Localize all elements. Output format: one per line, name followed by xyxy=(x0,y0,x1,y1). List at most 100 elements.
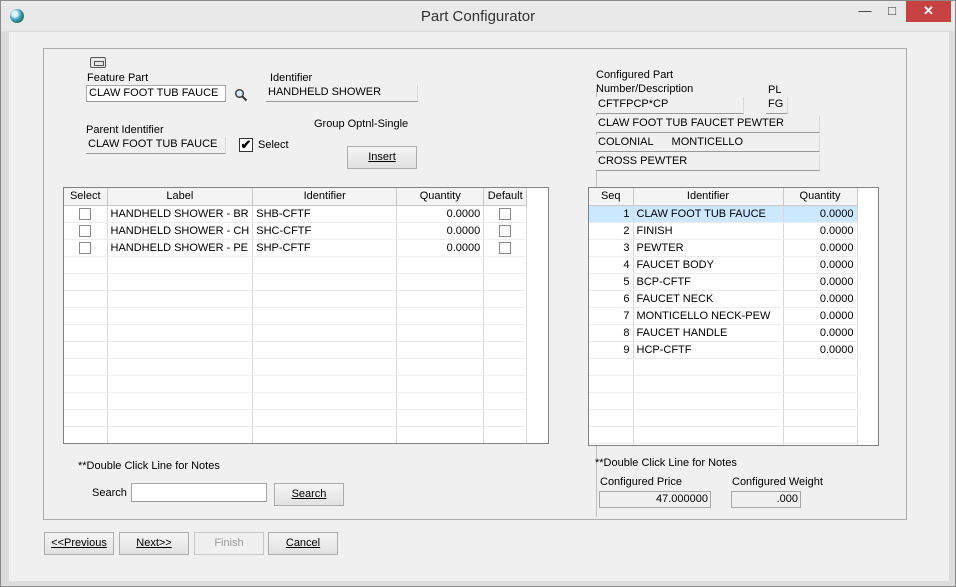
client-area: Feature Part CLAW FOOT TUB FAUCE Identif… xyxy=(9,32,949,581)
row-identifier: FAUCET HANDLE xyxy=(633,324,784,342)
table-row[interactable]: 8 FAUCET HANDLE 0.0000 xyxy=(589,324,858,342)
table-row[interactable]: 9 HCP-CFTF 0.0000 xyxy=(589,341,858,359)
feature-part-label: Feature Part xyxy=(87,72,149,84)
row-seq: 6 xyxy=(589,290,634,308)
insert-button[interactable]: Insert xyxy=(347,146,417,169)
window-title: Part Configurator xyxy=(420,8,536,25)
components-grid-header: Seq Identifier Quantity xyxy=(589,188,858,206)
row-identifier: FINISH xyxy=(633,222,784,240)
close-icon[interactable]: ✕ xyxy=(906,1,951,22)
configured-part-label: Configured Part xyxy=(596,69,674,81)
configured-price-field: 47.000000 xyxy=(599,491,711,508)
empty-row xyxy=(589,375,858,393)
row-identifier: PEWTER xyxy=(633,239,784,257)
empty-row xyxy=(64,324,528,342)
configured-components-grid[interactable]: Seq Identifier Quantity 1 CLAW FOOT TUB … xyxy=(588,187,879,446)
empty-row xyxy=(64,307,528,325)
maximize-icon[interactable]: □ xyxy=(879,1,905,22)
notes-hint-right: **Double Click Line for Notes xyxy=(595,457,737,469)
search-button-label: Search xyxy=(291,488,327,500)
row-seq: 3 xyxy=(589,239,634,257)
description-line-3: CROSS PEWTER xyxy=(596,154,820,171)
cancel-button-label: Cancel xyxy=(285,537,321,549)
feature-part-field[interactable]: CLAW FOOT TUB FAUCE xyxy=(86,85,226,102)
table-row[interactable]: 6 FAUCET NECK 0.0000 xyxy=(589,290,858,308)
row-quantity: 0.0000 xyxy=(783,256,858,274)
column-header-quantity[interactable]: Quantity xyxy=(396,188,485,206)
table-row[interactable]: 7 MONTICELLO NECK-PEW 0.0000 xyxy=(589,307,858,325)
next-button[interactable]: Next>> xyxy=(119,532,189,555)
select-checkbox[interactable]: ✔ xyxy=(239,138,253,152)
row-default-checkbox[interactable] xyxy=(499,241,512,254)
row-label: HANDHELD SHOWER - PE xyxy=(107,239,254,257)
identifier-label: Identifier xyxy=(270,72,313,84)
part-configurator-window: Part Configurator ― □ ✕ Feature Part CLA… xyxy=(0,0,956,587)
column-header-quantity[interactable]: Quantity xyxy=(783,188,858,206)
parent-identifier-label: Parent Identifier xyxy=(86,124,164,136)
row-quantity[interactable]: 0.0000 xyxy=(396,222,485,240)
cancel-button[interactable]: Cancel xyxy=(268,532,338,555)
minimize-icon[interactable]: ― xyxy=(851,1,879,22)
row-select-checkbox[interactable] xyxy=(79,224,92,237)
row-quantity: 0.0000 xyxy=(783,222,858,240)
description-line-1: CLAW FOOT TUB FAUCET PEWTER xyxy=(596,116,820,133)
row-default-checkbox[interactable] xyxy=(499,224,512,237)
table-row[interactable]: 4 FAUCET BODY 0.0000 xyxy=(589,256,858,274)
row-seq: 4 xyxy=(589,256,634,274)
previous-button-label: <<Previous xyxy=(51,537,107,549)
empty-row xyxy=(64,290,528,308)
empty-row xyxy=(64,375,528,393)
insert-button-label: Insert xyxy=(368,151,396,163)
column-header-identifier[interactable]: Identifier xyxy=(252,188,398,206)
column-header-select[interactable]: Select xyxy=(64,188,108,206)
previous-button[interactable]: <<Previous xyxy=(44,532,114,555)
search-icon[interactable] xyxy=(234,88,248,102)
row-identifier: HCP-CFTF xyxy=(633,341,784,359)
finish-button[interactable]: Finish xyxy=(194,532,264,555)
configurator-panel: Feature Part CLAW FOOT TUB FAUCE Identif… xyxy=(43,48,907,520)
options-grid-header: Select Label Identifier Quantity Default xyxy=(64,188,528,206)
options-grid[interactable]: Select Label Identifier Quantity Default… xyxy=(63,187,549,444)
row-seq: 5 xyxy=(589,273,634,291)
table-row[interactable]: 3 PEWTER 0.0000 xyxy=(589,239,858,257)
finish-button-label: Finish xyxy=(214,537,244,549)
empty-row xyxy=(589,443,858,445)
empty-row xyxy=(64,358,528,376)
row-identifier: CLAW FOOT TUB FAUCE xyxy=(633,205,784,223)
next-button-label: Next>> xyxy=(136,537,172,549)
notes-icon[interactable] xyxy=(90,57,106,68)
table-row[interactable]: 2 FINISH 0.0000 xyxy=(589,222,858,240)
row-quantity[interactable]: 0.0000 xyxy=(396,205,485,223)
row-quantity: 0.0000 xyxy=(783,307,858,325)
row-identifier: FAUCET NECK xyxy=(633,290,784,308)
column-header-identifier[interactable]: Identifier xyxy=(633,188,784,206)
row-identifier: BCP-CFTF xyxy=(633,273,784,291)
empty-row xyxy=(64,392,528,410)
column-header-default[interactable]: Default xyxy=(483,188,528,206)
search-button[interactable]: Search xyxy=(274,483,344,506)
table-row[interactable]: 5 BCP-CFTF 0.0000 xyxy=(589,273,858,291)
column-header-seq[interactable]: Seq xyxy=(589,188,634,206)
row-identifier: SHP-CFTF xyxy=(252,239,398,257)
row-default-checkbox[interactable] xyxy=(499,207,512,220)
row-quantity[interactable]: 0.0000 xyxy=(396,239,485,257)
row-identifier: SHC-CFTF xyxy=(252,222,398,240)
empty-row xyxy=(64,426,528,443)
pl-field: FG xyxy=(766,97,788,114)
empty-row xyxy=(64,273,528,291)
empty-row xyxy=(589,392,858,410)
row-identifier: MONTICELLO NECK-PEW xyxy=(633,307,784,325)
search-input[interactable] xyxy=(131,483,267,502)
title-bar: Part Configurator ― □ ✕ xyxy=(1,1,955,31)
row-quantity: 0.0000 xyxy=(783,205,858,223)
select-label: Select xyxy=(258,139,289,151)
table-row[interactable]: 1 CLAW FOOT TUB FAUCE 0.0000 xyxy=(589,205,858,223)
row-select-checkbox[interactable] xyxy=(79,241,92,254)
table-row[interactable]: HANDHELD SHOWER - CH SHC-CFTF 0.0000 xyxy=(64,222,528,240)
configured-weight-label: Configured Weight xyxy=(732,476,823,488)
row-select-checkbox[interactable] xyxy=(79,207,92,220)
table-row[interactable]: HANDHELD SHOWER - PE SHP-CFTF 0.0000 xyxy=(64,239,528,257)
table-row[interactable]: HANDHELD SHOWER - BR SHB-CFTF 0.0000 xyxy=(64,205,528,223)
parent-identifier-field: CLAW FOOT TUB FAUCE xyxy=(86,137,226,154)
column-header-label[interactable]: Label xyxy=(107,188,254,206)
